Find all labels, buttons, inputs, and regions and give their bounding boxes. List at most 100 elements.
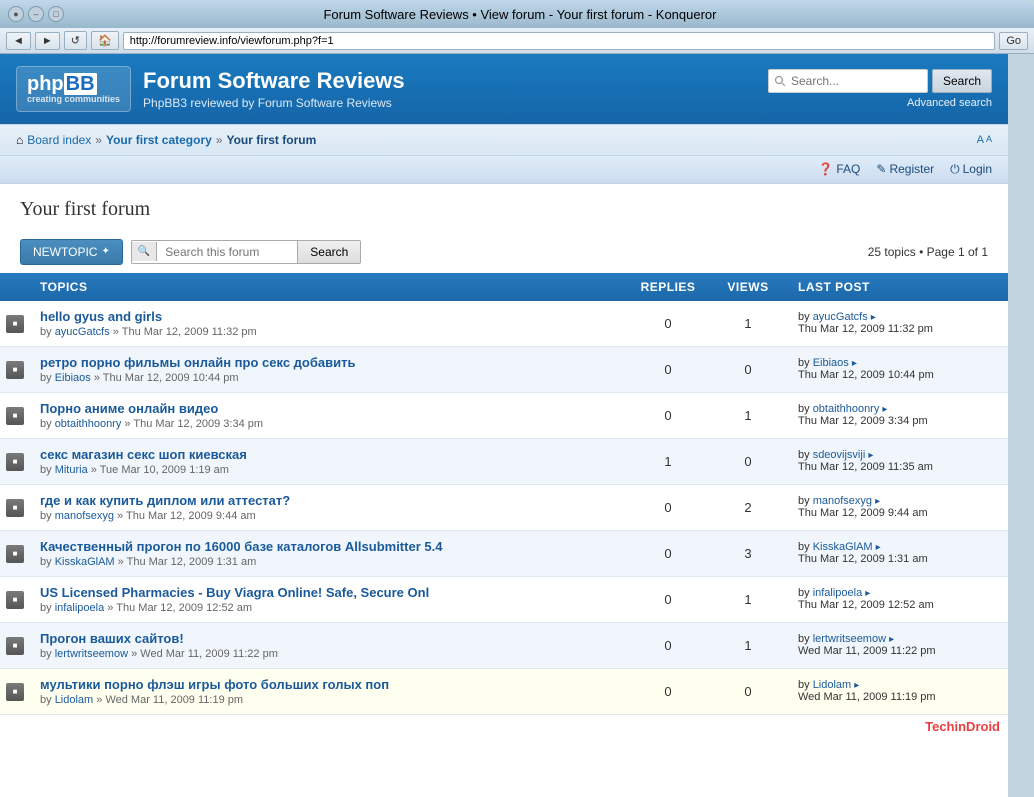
topic-author-link[interactable]: Eibiaos: [55, 372, 91, 384]
table-header: TOPICS REPLIES VIEWS LAST POST: [0, 273, 1008, 301]
lastpost-author-link[interactable]: manofsexyg: [813, 495, 872, 507]
topic-meta: by ayucGatcfs » Thu Mar 12, 2009 11:32 p…: [40, 326, 618, 338]
forum-search-wrap: 🔍 Search: [131, 240, 361, 264]
views-cell: 1: [708, 622, 788, 668]
topic-status-icon: ■: [6, 361, 24, 379]
lastpost-cell: by manofsexyg ▸ Thu Mar 12, 2009 9:44 am: [788, 484, 1008, 530]
font-decrease[interactable]: A: [986, 134, 992, 146]
topic-title-link[interactable]: мультики порно флэш игры фото больших го…: [40, 677, 389, 692]
search-row: Search: [768, 69, 992, 93]
lastpost-author-link[interactable]: lertwritseemow: [813, 633, 886, 645]
category-link[interactable]: Your first category: [106, 133, 212, 147]
faq-label: FAQ: [836, 162, 860, 176]
topic-status-icon: ■: [6, 683, 24, 701]
breadcrumb-sep-1: »: [95, 133, 102, 147]
topic-icon-cell: ■: [0, 576, 30, 622]
views-cell: 0: [708, 668, 788, 714]
topic-author-link[interactable]: KisskaGlAM: [55, 556, 115, 568]
topic-icon-cell: ■: [0, 438, 30, 484]
forum-search-button[interactable]: Search: [297, 241, 360, 263]
go-button[interactable]: Go: [999, 32, 1028, 50]
topic-status-icon: ■: [6, 499, 24, 517]
forward-button[interactable]: ►: [35, 32, 60, 50]
lastpost-author-link[interactable]: Eibiaos: [813, 357, 849, 369]
topic-author-link[interactable]: ayucGatcfs: [55, 326, 110, 338]
topic-author-link[interactable]: Mituria: [55, 464, 88, 476]
topic-meta: by manofsexyg » Thu Mar 12, 2009 9:44 am: [40, 510, 618, 522]
lastpost-cell: by infalipoela ▸ Thu Mar 12, 2009 12:52 …: [788, 576, 1008, 622]
lastpost-author-link[interactable]: sdeovijsviji: [813, 449, 866, 461]
topic-status-icon: ■: [6, 637, 24, 655]
pagination-info: 25 topics • Page 1 of 1: [868, 245, 988, 259]
table-row: ■ US Licensed Pharmacies - Buy Viagra On…: [0, 576, 1008, 622]
font-increase[interactable]: A: [977, 134, 984, 146]
topic-title-link[interactable]: US Licensed Pharmacies - Buy Viagra Onli…: [40, 585, 429, 600]
site-title: Forum Software Reviews: [143, 68, 405, 94]
topic-author-link[interactable]: Lidolam: [55, 694, 94, 706]
table-row: ■ Качественный прогон по 16000 базе ката…: [0, 530, 1008, 576]
topic-title-link[interactable]: Качественный прогон по 16000 базе катало…: [40, 539, 442, 554]
topic-title-cell: Прогон ваших сайтов! by lertwritseemow »…: [30, 622, 628, 668]
lastpost-arrow-icon: ▸: [854, 680, 859, 691]
forum-search-icon: 🔍: [132, 242, 157, 261]
lastpost-author-link[interactable]: obtaithhoonry: [813, 403, 880, 415]
window-controls[interactable]: ● – □: [8, 6, 64, 22]
table-row: ■ где и как купить диплом или аттестат? …: [0, 484, 1008, 530]
topic-title-cell: ретро порно фильмы онлайн про секс добав…: [30, 346, 628, 392]
login-link[interactable]: ⏻ Login: [950, 162, 992, 177]
site-subtitle: PhpBB3 reviewed by Forum Software Review…: [143, 96, 405, 110]
maximize-button[interactable]: □: [48, 6, 64, 22]
lastpost-cell: by lertwritseemow ▸ Wed Mar 11, 2009 11:…: [788, 622, 1008, 668]
topic-icon-cell: ■: [0, 484, 30, 530]
lastpost-author-link[interactable]: ayucGatcfs: [813, 311, 868, 323]
topic-title-link[interactable]: ретро порно фильмы онлайн про секс добав…: [40, 355, 355, 370]
close-button[interactable]: ●: [8, 6, 24, 22]
replies-cell: 0: [628, 484, 708, 530]
views-cell: 0: [708, 346, 788, 392]
topic-title-link[interactable]: Порно аниме онлайн видео: [40, 401, 218, 416]
topic-title-link[interactable]: Прогон ваших сайтов!: [40, 631, 184, 646]
header-last-post: LAST POST: [788, 273, 1008, 301]
new-topic-button[interactable]: NEWTOPIC ✦: [20, 239, 123, 265]
topic-status-icon: ■: [6, 545, 24, 563]
nav-bar: ❓ FAQ ✎ Register ⏻ Login: [0, 156, 1008, 184]
window-title: Forum Software Reviews • View forum - Yo…: [323, 7, 716, 22]
lastpost-author-link[interactable]: Lidolam: [813, 679, 852, 691]
minimize-button[interactable]: –: [28, 6, 44, 22]
back-button[interactable]: ◄: [6, 32, 31, 50]
topic-author-link[interactable]: infalipoela: [55, 602, 105, 614]
topic-title-link[interactable]: секс магазин секс шоп киевская: [40, 447, 247, 462]
views-cell: 1: [708, 301, 788, 347]
topic-author-link[interactable]: lertwritseemow: [55, 648, 128, 660]
current-forum: Your first forum: [226, 133, 316, 147]
faq-link[interactable]: ❓ FAQ: [818, 162, 860, 177]
search-input[interactable]: [768, 69, 928, 93]
topic-author-link[interactable]: manofsexyg: [55, 510, 114, 522]
topic-author-link[interactable]: obtaithhoonry: [55, 418, 122, 430]
header-replies: REPLIES: [628, 273, 708, 301]
topic-meta: by Eibiaos » Thu Mar 12, 2009 10:44 pm: [40, 372, 618, 384]
reload-button[interactable]: ↺: [64, 31, 87, 50]
lastpost-cell: by ayucGatcfs ▸ Thu Mar 12, 2009 11:32 p…: [788, 301, 1008, 347]
home-button[interactable]: 🏠: [91, 31, 119, 50]
topic-title-link[interactable]: где и как купить диплом или аттестат?: [40, 493, 290, 508]
board-index-link[interactable]: Board index: [27, 133, 91, 147]
lastpost-author-link[interactable]: KisskaGlAM: [813, 541, 873, 553]
topic-title-link[interactable]: hello gyus and girls: [40, 309, 162, 324]
table-row: ■ Прогон ваших сайтов! by lertwritseemow…: [0, 622, 1008, 668]
topic-title-cell: hello gyus and girls by ayucGatcfs » Thu…: [30, 301, 628, 347]
action-bar: NEWTOPIC ✦ 🔍 Search 25 topics • Page 1 o…: [0, 231, 1008, 273]
topic-icon-cell: ■: [0, 668, 30, 714]
action-left: NEWTOPIC ✦ 🔍 Search: [20, 239, 361, 265]
advanced-search-link[interactable]: Advanced search: [907, 97, 992, 109]
topics-table: TOPICS REPLIES VIEWS LAST POST ■ hello g…: [0, 273, 1008, 715]
topic-status-icon: ■: [6, 315, 24, 333]
register-link[interactable]: ✎ Register: [876, 162, 934, 177]
url-bar[interactable]: [123, 32, 996, 50]
lastpost-author-link[interactable]: infalipoela: [813, 587, 863, 599]
browser-toolbar: ◄ ► ↺ 🏠 Go: [0, 28, 1034, 54]
forum-search-input[interactable]: [157, 241, 297, 263]
lastpost-arrow-icon: ▸: [871, 312, 876, 323]
topic-title-cell: Порно аниме онлайн видео by obtaithhoonr…: [30, 392, 628, 438]
search-button[interactable]: Search: [932, 69, 992, 93]
